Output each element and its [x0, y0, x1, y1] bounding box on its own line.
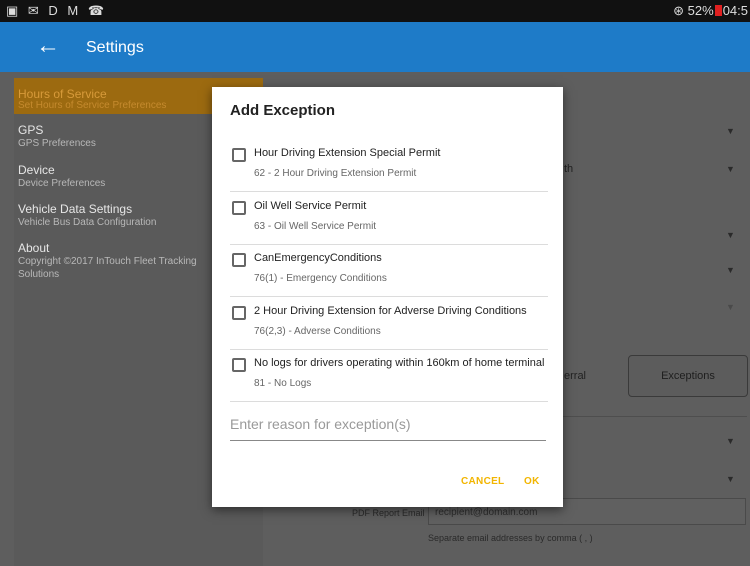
- pdf-email-label: PDF Report Email: [352, 508, 425, 518]
- divider: [230, 401, 548, 402]
- battery-percent: 52%: [687, 3, 714, 18]
- notification-icons: ▣ ✉ D M ☎: [6, 3, 108, 18]
- chevron-down-icon[interactable]: ▼: [726, 126, 735, 136]
- divider: [230, 296, 548, 297]
- exception-option[interactable]: CanEmergencyConditions 76(1) - Emergency…: [230, 245, 548, 297]
- chevron-down-icon[interactable]: ▼: [726, 164, 735, 174]
- deferral-partial-text: erral: [564, 370, 587, 382]
- ok-button[interactable]: OK: [524, 476, 540, 487]
- exception-option[interactable]: Oil Well Service Permit 63 - Oil Well Se…: [230, 193, 548, 245]
- exception-reason-input[interactable]: [230, 407, 546, 441]
- exception-label: Hour Driving Extension Special Permit: [254, 147, 441, 159]
- status-bar: ▣ ✉ D M ☎ ⊛ 52% 04:5: [0, 0, 750, 22]
- exception-code: 63 - Oil Well Service Permit: [254, 221, 377, 232]
- exception-option[interactable]: Hour Driving Extension Special Permit 62…: [230, 140, 548, 192]
- wifi-icon: ⊛: [673, 3, 685, 18]
- exception-label: Oil Well Service Permit: [254, 200, 367, 212]
- pdf-email-hint: Separate email addresses by comma ( , ): [428, 533, 593, 543]
- checkbox[interactable]: [232, 358, 246, 372]
- setting-partial-text: th: [564, 163, 574, 175]
- sidebar-item-about[interactable]: About Copyright ©2017 InTouch Fleet Trac…: [18, 242, 233, 281]
- sidebar-item-device[interactable]: Device Device Preferences: [18, 164, 105, 190]
- sidebar-item-subtitle: Vehicle Bus Data Configuration: [18, 217, 157, 228]
- sidebar-item-gps[interactable]: GPS GPS Preferences: [18, 124, 96, 150]
- exception-label: CanEmergencyConditions: [254, 252, 382, 264]
- sidebar-item-subtitle: Device Preferences: [18, 178, 106, 189]
- exceptions-button[interactable]: Exceptions: [628, 355, 748, 397]
- chevron-down-icon: ▼: [726, 302, 735, 312]
- divider: [563, 416, 747, 417]
- checkbox[interactable]: [232, 253, 246, 267]
- sidebar-item-title: GPS: [18, 123, 44, 137]
- sidebar-item-title: Device: [18, 163, 55, 177]
- sidebar-item-subtitle: Set Hours of Service Preferences: [18, 100, 167, 111]
- sidebar-item-vehicle-data-settings[interactable]: Vehicle Data Settings Vehicle Bus Data C…: [18, 203, 156, 229]
- sidebar-item-subtitle: Copyright ©2017 InTouch Fleet Tracking S…: [18, 256, 197, 280]
- chevron-down-icon[interactable]: ▼: [726, 436, 735, 446]
- exception-option[interactable]: No logs for drivers operating within 160…: [230, 350, 548, 402]
- chevron-down-icon[interactable]: ▼: [726, 265, 735, 275]
- status-right: ⊛ 52% 04:5: [673, 3, 748, 19]
- sidebar-item-title: Vehicle Data Settings: [18, 202, 133, 216]
- exception-code: 62 - 2 Hour Driving Extension Permit: [254, 168, 417, 179]
- exception-code: 76(2,3) - Adverse Conditions: [254, 326, 381, 337]
- battery-icon: [714, 5, 722, 16]
- sidebar-item-subtitle: GPS Preferences: [18, 138, 96, 149]
- sidebar-item-title: About: [18, 241, 50, 255]
- chevron-down-icon[interactable]: ▼: [726, 230, 735, 240]
- exception-code: 76(1) - Emergency Conditions: [254, 273, 387, 284]
- add-exception-dialog: Add Exception Hour Driving Extension Spe…: [212, 87, 563, 507]
- exception-code: 81 - No Logs: [254, 378, 312, 389]
- cancel-button[interactable]: CANCEL: [461, 476, 504, 487]
- sidebar-item-title: Hours of Service: [18, 87, 107, 101]
- exception-label: 2 Hour Driving Extension for Adverse Dri…: [254, 305, 527, 317]
- exception-option[interactable]: 2 Hour Driving Extension for Adverse Dri…: [230, 298, 548, 350]
- exception-label: No logs for drivers operating within 160…: [254, 357, 545, 369]
- checkbox[interactable]: [232, 306, 246, 320]
- checkbox[interactable]: [232, 201, 246, 215]
- app-bar: ← Settings: [0, 22, 750, 72]
- clock: 04:5: [722, 3, 748, 18]
- arrow-left-icon[interactable]: ←: [36, 32, 60, 60]
- checkbox[interactable]: [232, 148, 246, 162]
- dialog-title: Add Exception: [230, 102, 336, 119]
- app-bar-title: Settings: [86, 39, 144, 56]
- chevron-down-icon[interactable]: ▼: [726, 474, 735, 484]
- divider: [230, 191, 548, 192]
